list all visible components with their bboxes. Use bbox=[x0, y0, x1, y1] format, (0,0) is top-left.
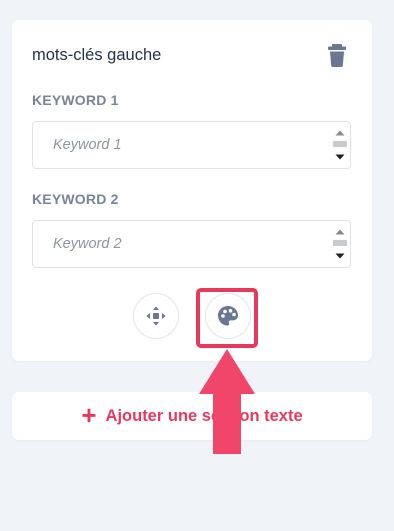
keyword-2-label: KEYWORD 2 bbox=[32, 191, 119, 207]
spinner-down-icon[interactable] bbox=[332, 249, 348, 263]
keyword-card: mots-clés gauche KEYWORD 1 KEYWORD 2 bbox=[12, 20, 372, 361]
move-arrows-icon bbox=[146, 306, 166, 326]
keyword-2-input[interactable] bbox=[33, 221, 329, 267]
keyword-1-spinner[interactable] bbox=[332, 126, 348, 164]
palette-icon bbox=[218, 306, 238, 326]
style-button[interactable] bbox=[205, 293, 251, 339]
spinner-up-icon[interactable] bbox=[332, 225, 348, 239]
keyword-1-field bbox=[32, 121, 351, 169]
move-button[interactable] bbox=[133, 293, 179, 339]
keyword-1-input[interactable] bbox=[33, 122, 329, 168]
spinner-down-icon[interactable] bbox=[332, 150, 348, 164]
card-title: mots-clés gauche bbox=[32, 46, 162, 64]
keyword-2-field bbox=[32, 220, 351, 268]
plus-icon: + bbox=[81, 400, 97, 430]
spinner-up-icon[interactable] bbox=[332, 126, 348, 140]
keyword-2-spinner[interactable] bbox=[332, 225, 348, 263]
add-text-section-label: Ajouter une section texte bbox=[105, 406, 303, 425]
spinner-track bbox=[333, 240, 347, 246]
keyword-1-label: KEYWORD 1 bbox=[32, 92, 119, 108]
add-text-section-button[interactable]: + Ajouter une section texte bbox=[12, 392, 372, 440]
spinner-track bbox=[333, 141, 347, 147]
trash-icon[interactable] bbox=[326, 42, 348, 68]
